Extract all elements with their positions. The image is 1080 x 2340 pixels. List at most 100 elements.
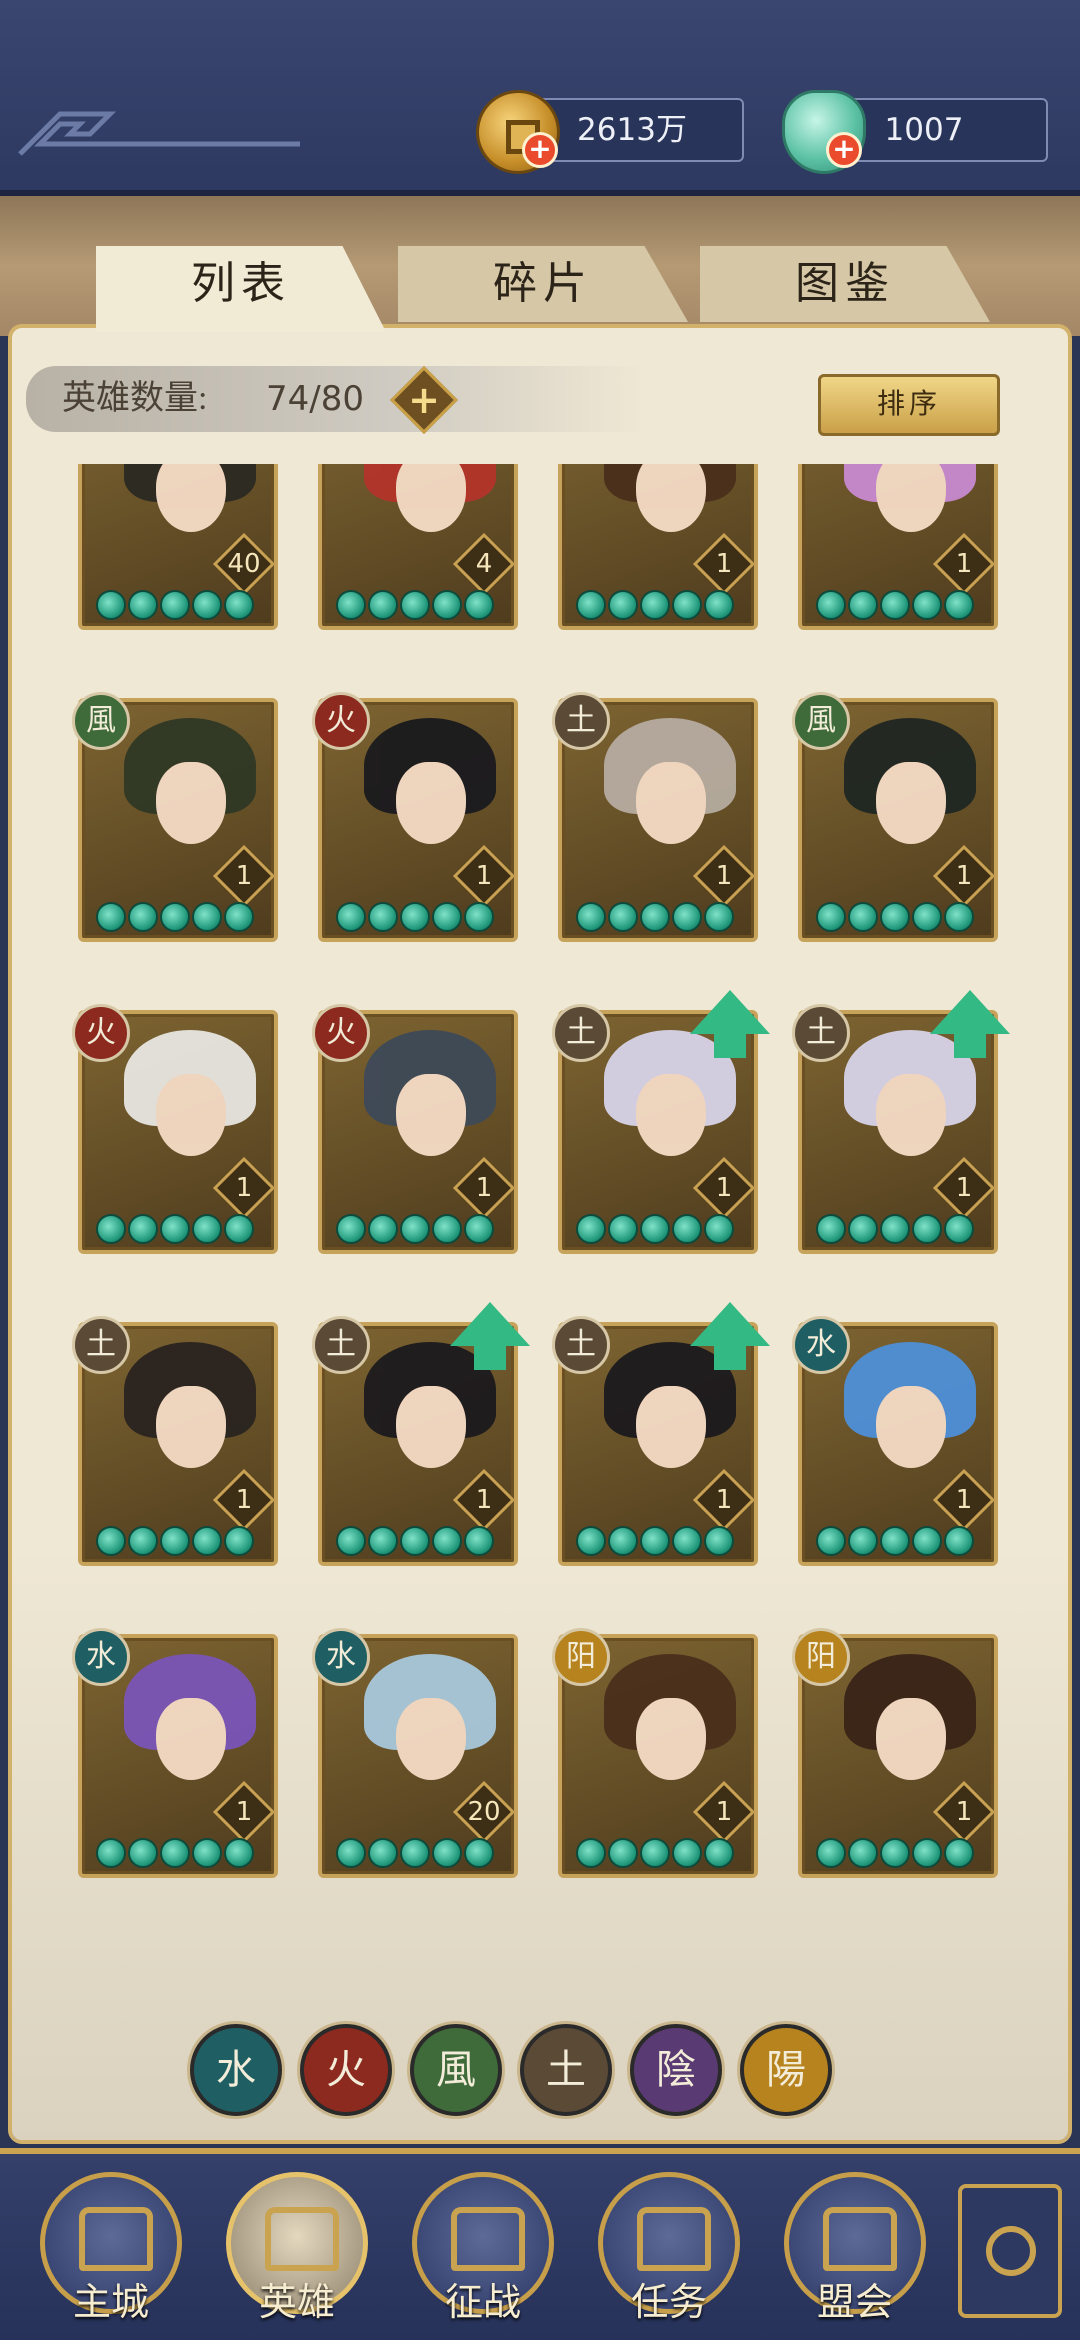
jade-star-icon xyxy=(912,1838,942,1868)
jade-star-icon xyxy=(160,902,190,932)
jade-star-icon xyxy=(160,1838,190,1868)
element-badge-icon: 土 xyxy=(792,1004,850,1062)
jade-star-icon xyxy=(128,1526,158,1556)
upgrade-arrow-icon xyxy=(930,990,1010,1058)
hero-card[interactable]: 土1 xyxy=(792,990,1010,1254)
jade-star-icon xyxy=(96,1526,126,1556)
jade-star-icon xyxy=(672,1838,702,1868)
hero-count-label: 英雄数量: xyxy=(62,380,208,417)
jade-star-icon xyxy=(704,1526,734,1556)
add-gems-button[interactable]: + xyxy=(826,132,862,168)
nav-heroes[interactable]: 英雄 xyxy=(222,2172,372,2332)
hero-card[interactable]: 土1 xyxy=(552,1302,770,1566)
tab-list[interactable]: 列表 xyxy=(96,246,386,332)
jade-star-icon xyxy=(848,1526,878,1556)
hero-card[interactable]: 土40 xyxy=(78,464,278,630)
hero-card[interactable]: 火1 xyxy=(72,1004,278,1254)
hero-card[interactable]: 阳1 xyxy=(792,1628,998,1878)
hero-star-row xyxy=(96,1838,254,1870)
jade-star-icon xyxy=(192,902,222,932)
jade-star-icon xyxy=(576,1526,606,1556)
jade-star-icon xyxy=(128,1214,158,1244)
hero-level-value: 1 xyxy=(235,861,253,891)
element-filter-button[interactable]: 陽 xyxy=(740,2024,832,2116)
hero-level-value: 1 xyxy=(475,1485,493,1515)
hero-card[interactable]: 土1 xyxy=(312,1302,530,1566)
jade-star-icon xyxy=(848,590,878,620)
element-filter-button[interactable]: 水 xyxy=(190,2024,282,2116)
hero-card[interactable]: 風1 xyxy=(72,692,278,942)
hero-face xyxy=(396,762,466,844)
hero-star-row xyxy=(816,1214,974,1246)
hero-card[interactable]: 風1 xyxy=(792,692,998,942)
jade-star-icon xyxy=(400,590,430,620)
jade-star-icon xyxy=(128,902,158,932)
tab-codex[interactable]: 图鉴 xyxy=(700,246,990,322)
jade-star-icon xyxy=(432,1838,462,1868)
hero-star-row xyxy=(576,1838,734,1870)
hero-card[interactable]: 阴1 xyxy=(798,464,998,630)
element-badge-icon: 土 xyxy=(72,1316,130,1374)
jade-star-icon xyxy=(704,1214,734,1244)
nav-quests[interactable]: 任务 xyxy=(594,2172,744,2332)
jade-star-icon xyxy=(192,590,222,620)
jade-star-icon xyxy=(944,590,974,620)
plus-icon: + xyxy=(408,378,440,422)
jade-star-icon xyxy=(192,1838,222,1868)
nav-campaign[interactable]: 征战 xyxy=(408,2172,558,2332)
hero-card[interactable]: 水1 xyxy=(792,1316,998,1566)
hero-face xyxy=(636,762,706,844)
hero-card[interactable]: 阳1 xyxy=(558,464,758,630)
jade-star-icon xyxy=(816,590,846,620)
hero-card[interactable]: 水 20 xyxy=(312,1628,518,1878)
more-menu-button[interactable] xyxy=(958,2184,1062,2318)
element-filter-button[interactable]: 陰 xyxy=(630,2024,722,2116)
sort-button[interactable]: 排序 xyxy=(818,374,1000,436)
jade-star-icon xyxy=(368,1214,398,1244)
hero-card[interactable]: 土1 xyxy=(552,692,758,942)
jade-star-icon xyxy=(816,1526,846,1556)
hero-card[interactable]: 火1 xyxy=(312,1004,518,1254)
hero-card[interactable]: 阳1 xyxy=(552,1628,758,1878)
jade-star-icon xyxy=(400,902,430,932)
add-gold-button[interactable]: + xyxy=(522,132,558,168)
hero-face xyxy=(396,1386,466,1468)
jade-star-icon xyxy=(192,1214,222,1244)
nav-glyph xyxy=(265,2207,339,2271)
hero-face xyxy=(156,1386,226,1468)
hero-card[interactable]: 土1 xyxy=(72,1316,278,1566)
hero-level-value: 1 xyxy=(715,1485,733,1515)
hero-card[interactable]: 水4 xyxy=(318,464,518,630)
hero-star-row xyxy=(336,1526,494,1558)
hero-card[interactable]: 火1 xyxy=(312,692,518,942)
element-filter-button[interactable]: 土 xyxy=(520,2024,612,2116)
jade-star-icon xyxy=(192,1526,222,1556)
jade-star-icon xyxy=(160,1214,190,1244)
upgrade-arrow-icon xyxy=(450,1302,530,1370)
hero-star-row xyxy=(576,590,734,622)
hero-card[interactable]: 土1 xyxy=(552,990,770,1254)
element-filter-button[interactable]: 風 xyxy=(410,2024,502,2116)
nav-guild[interactable]: 盟会 xyxy=(780,2172,930,2332)
element-filter-button[interactable]: 火 xyxy=(300,2024,392,2116)
hero-card[interactable]: 水1 xyxy=(72,1628,278,1878)
jade-star-icon xyxy=(432,1214,462,1244)
hero-face xyxy=(396,1074,466,1156)
jade-star-icon xyxy=(880,1526,910,1556)
hero-level-value: 1 xyxy=(955,1797,973,1827)
upgrade-arrow-icon xyxy=(690,990,770,1058)
gold-amount: 2613万 xyxy=(577,112,687,148)
nav-label: 任务 xyxy=(630,2282,707,2324)
nav-main-city[interactable]: 主城 xyxy=(36,2172,186,2332)
jade-star-icon xyxy=(848,902,878,932)
jade-star-icon xyxy=(704,590,734,620)
nav-glyph xyxy=(451,2207,525,2271)
jade-star-icon xyxy=(368,1838,398,1868)
flower-menu-icon xyxy=(986,2226,1036,2276)
jade-star-icon xyxy=(672,1214,702,1244)
jade-star-icon xyxy=(576,902,606,932)
jade-star-icon xyxy=(96,1214,126,1244)
hero-level-value: 1 xyxy=(955,1485,973,1515)
hero-face xyxy=(156,762,226,844)
tab-fragments[interactable]: 碎片 xyxy=(398,246,688,322)
